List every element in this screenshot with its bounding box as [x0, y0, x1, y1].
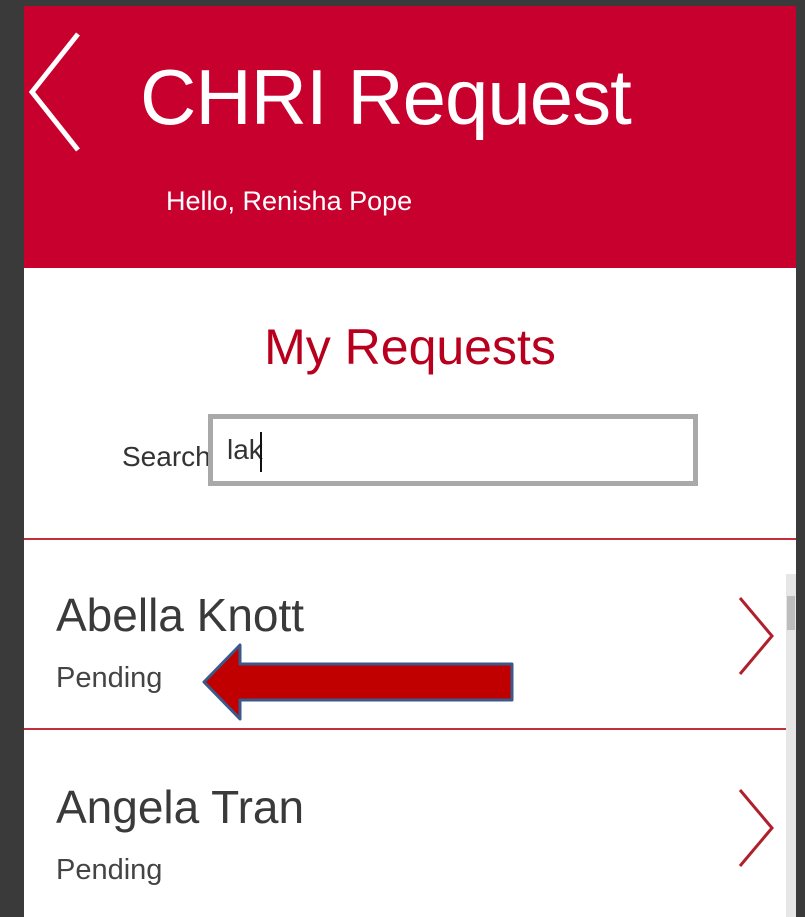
list-scrollbar[interactable] — [786, 574, 796, 917]
annotation-arrow-icon — [202, 643, 514, 721]
user-greeting: Hello, Renisha Pope — [166, 186, 413, 216]
chevron-right-icon — [738, 789, 774, 867]
app-header: CHRI Request Hello, Renisha Pope — [24, 6, 796, 268]
page-title: My Requests — [264, 319, 556, 375]
chevron-left-icon — [28, 32, 80, 152]
chevron-right-icon — [738, 597, 774, 675]
scrollbar-thumb[interactable] — [787, 596, 795, 630]
request-name: Angela Tran — [56, 781, 305, 833]
back-button[interactable] — [24, 28, 94, 158]
search-input[interactable] — [208, 414, 698, 486]
request-name: Abella Knott — [56, 589, 305, 641]
request-status: Pending — [56, 854, 163, 886]
list-divider — [24, 728, 796, 730]
app-title: CHRI Request — [140, 53, 632, 141]
request-status: Pending — [56, 662, 163, 694]
search-label: Search — [122, 441, 211, 472]
app-screen: CHRI Request Hello, Renisha Pope My Requ… — [24, 6, 796, 917]
text-cursor — [260, 432, 262, 472]
list-item[interactable]: Angela Tran Pending — [24, 732, 786, 917]
